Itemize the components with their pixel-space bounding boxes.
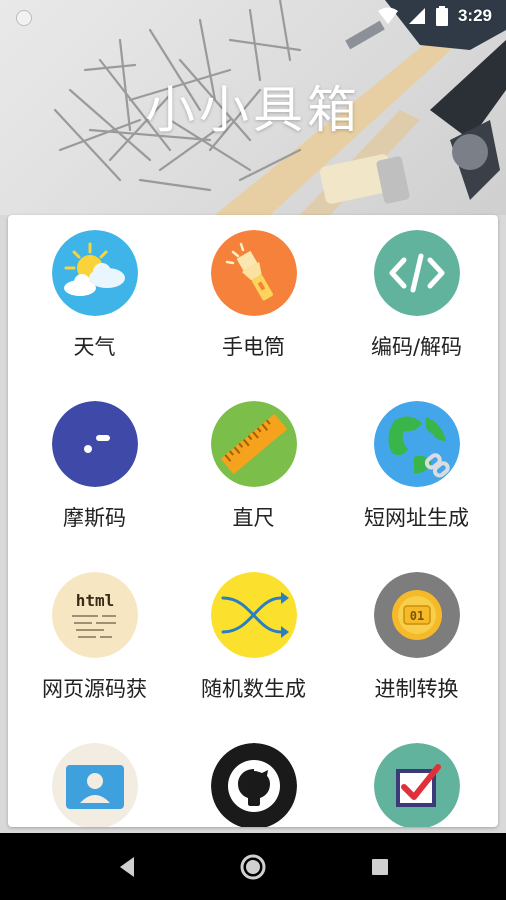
tool-contact-card[interactable]	[13, 728, 176, 827]
tool-label: 编码/解码	[370, 335, 463, 359]
tool-label: 手电筒	[222, 335, 285, 359]
ruler-icon	[211, 401, 297, 487]
checkbox-icon	[374, 743, 460, 827]
tool-github[interactable]	[172, 728, 335, 827]
shuffle-icon	[211, 572, 297, 658]
tool-random[interactable]: 随机数生成	[172, 557, 335, 727]
tool-label: 随机数生成	[201, 677, 306, 701]
tool-ruler[interactable]: 直尺	[172, 386, 335, 556]
tool-checklist[interactable]	[335, 728, 498, 827]
binary-badge-icon: 01	[374, 572, 460, 658]
svg-text:html: html	[76, 591, 115, 610]
status-time: 3:29	[457, 6, 492, 25]
flashlight-icon	[211, 230, 297, 316]
back-icon[interactable]	[114, 853, 142, 881]
recents-icon[interactable]	[366, 853, 394, 881]
svg-text:01: 01	[410, 609, 424, 623]
navigation-bar	[0, 833, 506, 900]
tools-card: 天气 手电筒 编码/解码 摩斯码 直尺 短网址生成 html 网页源码获 随机数…	[8, 215, 498, 827]
tool-base-convert[interactable]: 01 进制转换	[335, 557, 498, 727]
github-icon	[211, 743, 297, 827]
tool-label: 进制转换	[374, 677, 459, 701]
home-icon[interactable]	[239, 853, 267, 881]
tool-codec[interactable]: 编码/解码	[335, 215, 498, 385]
tool-label: 摩斯码	[63, 506, 126, 530]
signal-icon	[408, 8, 425, 24]
tool-morse[interactable]: 摩斯码	[13, 386, 176, 556]
tool-short-url[interactable]: 短网址生成	[335, 386, 498, 556]
code-icon	[374, 230, 460, 316]
globe-link-icon	[374, 401, 460, 487]
tool-label: 短网址生成	[364, 506, 469, 530]
weather-icon	[52, 230, 138, 316]
tool-label: 天气	[73, 335, 116, 359]
status-bar: 3:29	[0, 0, 506, 36]
wifi-icon	[377, 7, 398, 24]
tool-flashlight[interactable]: 手电筒	[172, 215, 335, 385]
html-note-icon: html	[52, 572, 138, 658]
header-banner: 3:29 小小具箱	[0, 0, 506, 215]
notification-dot-icon	[16, 10, 32, 26]
tool-weather[interactable]: 天气	[13, 215, 176, 385]
page-title: 小小具箱	[145, 81, 361, 139]
tool-label: 网页源码获	[42, 677, 147, 701]
status-icons: 3:29	[377, 6, 492, 26]
tool-html-source[interactable]: html 网页源码获	[13, 557, 176, 727]
battery-icon	[435, 6, 448, 26]
morse-icon	[52, 401, 138, 487]
contact-card-icon	[52, 743, 138, 827]
tool-label: 直尺	[232, 506, 275, 530]
